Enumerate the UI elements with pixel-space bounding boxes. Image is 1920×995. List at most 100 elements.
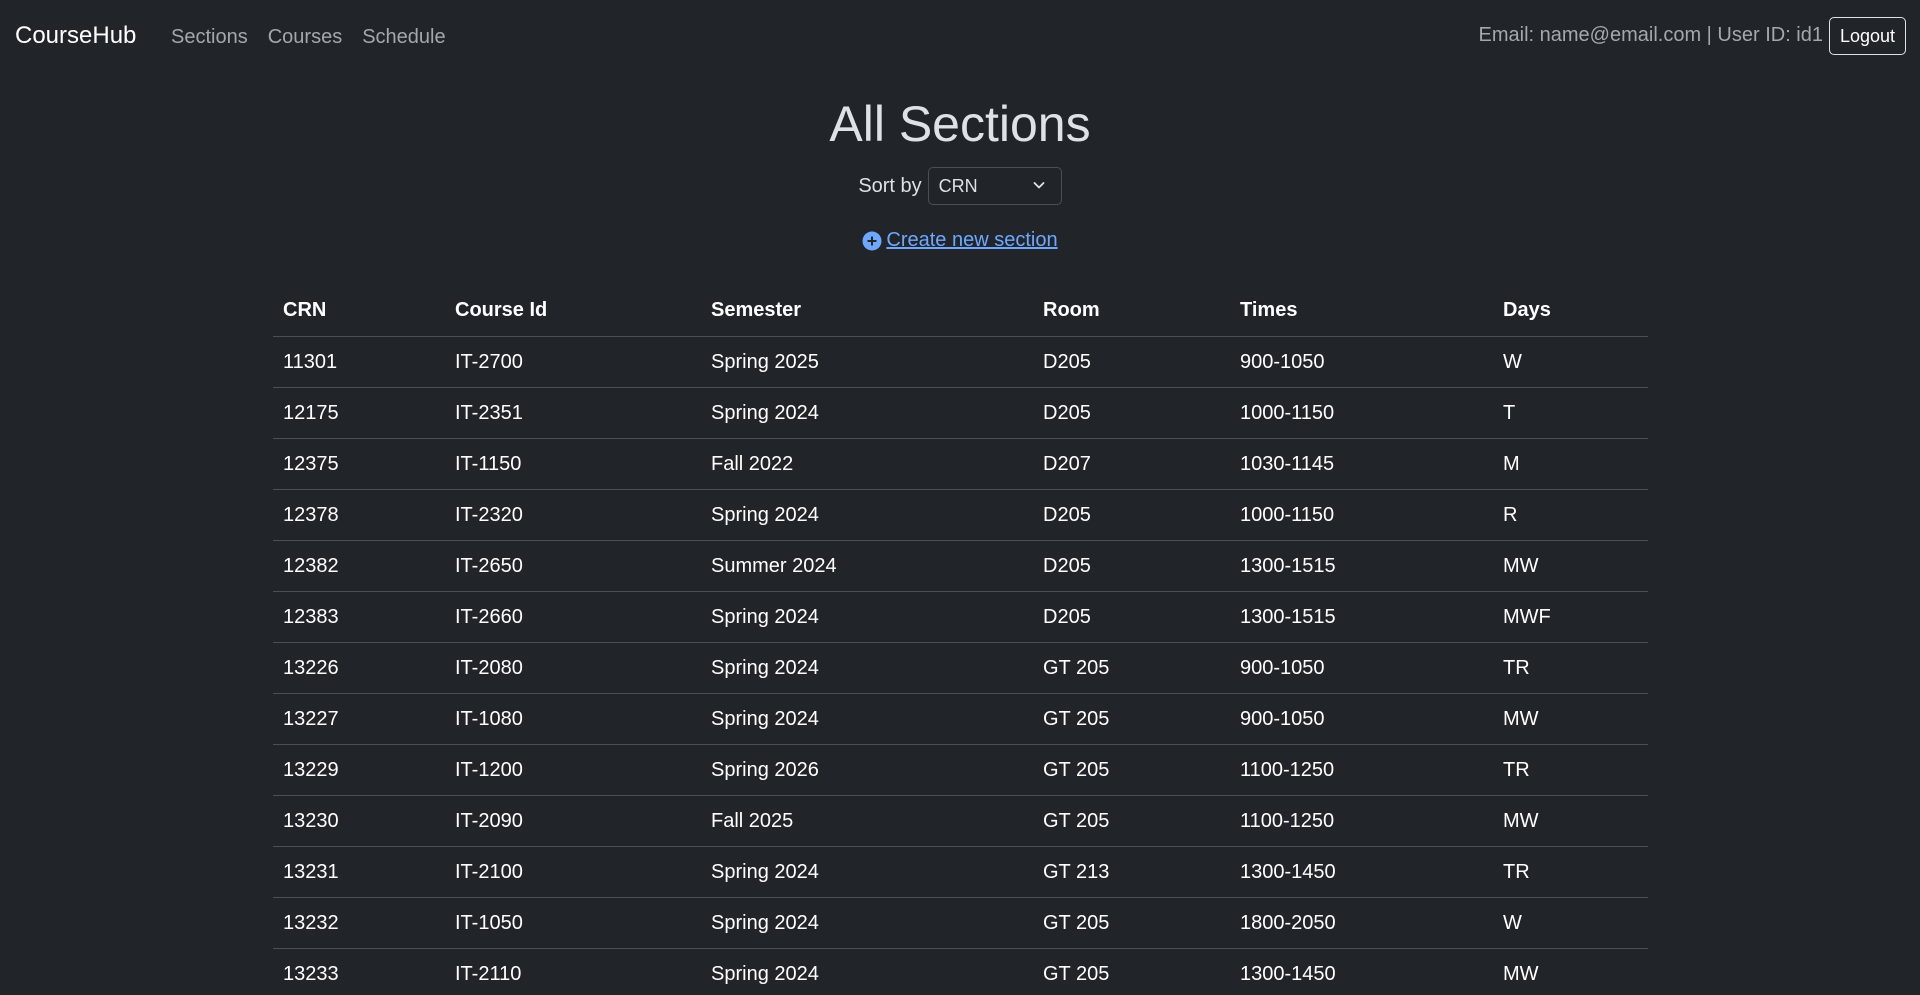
cell-semester: Fall 2025 — [701, 795, 1033, 847]
cell-semester: Spring 2024 — [701, 948, 1033, 995]
table-row[interactable]: 13227 IT-1080 Spring 2024 GT 205 900-1050 MW — [273, 693, 1648, 745]
page: CourseHub Sections Courses Schedule Emai… — [0, 0, 1920, 995]
table-row[interactable]: 12383 IT-2660 Spring 2024 D205 1300-1515 MWF — [273, 591, 1648, 643]
cell-times: 1100-1250 — [1230, 795, 1493, 847]
cell-times: 1800-2050 — [1230, 897, 1493, 949]
nav-link-courses[interactable]: Courses — [268, 26, 342, 49]
cell-crn: 12378 — [273, 489, 445, 541]
sort-select[interactable]: CRN — [927, 167, 1062, 205]
column-header-semester: Semester — [701, 285, 1033, 337]
table-row[interactable]: 13229 IT-1200 Spring 2026 GT 205 1100-1250 TR — [273, 744, 1648, 796]
cell-days: MW — [1493, 693, 1648, 745]
cell-crn: 13226 — [273, 642, 445, 694]
page-title: All Sections — [829, 96, 1091, 152]
cell-course-id: IT-2080 — [445, 642, 701, 694]
sort-select-value: CRN — [938, 176, 978, 196]
cell-crn: 12175 — [273, 387, 445, 439]
table-body: 11301 IT-2700 Spring 2025 D205 900-1050 W 1217… — [273, 336, 1648, 995]
cell-days: MW — [1493, 795, 1648, 847]
cell-crn: 12383 — [273, 591, 445, 643]
table-row[interactable]: 12175 IT-2351 Spring 2024 D205 1000-1150 T — [273, 387, 1648, 439]
nav-link-sections[interactable]: Sections — [171, 26, 248, 49]
table-row[interactable]: 12382 IT-2650 Summer 2024 D205 1300-1515 MW — [273, 540, 1648, 592]
create-section-label: Create new section — [886, 229, 1058, 251]
create-section-link[interactable]: Create new section — [862, 229, 1058, 252]
cell-crn: 13232 — [273, 897, 445, 949]
cell-times: 1300-1450 — [1230, 846, 1493, 898]
column-header-days: Days — [1493, 285, 1648, 337]
cell-course-id: IT-1150 — [445, 438, 701, 490]
cell-course-id: IT-2110 — [445, 948, 701, 995]
cell-times: 1030-1145 — [1230, 438, 1493, 490]
cell-course-id: IT-2650 — [445, 540, 701, 592]
cell-semester: Spring 2024 — [701, 642, 1033, 694]
cell-days: M — [1493, 438, 1648, 490]
cell-semester: Spring 2024 — [701, 591, 1033, 643]
cell-room: GT 205 — [1033, 744, 1230, 796]
navbar: CourseHub Sections Courses Schedule Emai… — [0, 0, 1920, 76]
cell-room: GT 205 — [1033, 642, 1230, 694]
cell-times: 1300-1515 — [1230, 540, 1493, 592]
cell-course-id: IT-2351 — [445, 387, 701, 439]
table-row[interactable]: 13226 IT-2080 Spring 2024 GT 205 900-1050 TR — [273, 642, 1648, 694]
table-header-row: CRN Course Id Semester Room Times Days — [273, 285, 1648, 337]
cell-crn: 13230 — [273, 795, 445, 847]
column-header-course-id: Course Id — [445, 285, 701, 337]
cell-room: GT 205 — [1033, 897, 1230, 949]
cell-times: 1000-1150 — [1230, 387, 1493, 439]
create-row: Create new section — [0, 229, 1920, 252]
cell-course-id: IT-2660 — [445, 591, 701, 643]
cell-days: TR — [1493, 642, 1648, 694]
cell-room: GT 205 — [1033, 948, 1230, 995]
column-header-room: Room — [1033, 285, 1230, 337]
table-row[interactable]: 13231 IT-2100 Spring 2024 GT 213 1300-1450 TR — [273, 846, 1648, 898]
cell-crn: 12382 — [273, 540, 445, 592]
cell-times: 1300-1450 — [1230, 948, 1493, 995]
cell-semester: Spring 2026 — [701, 744, 1033, 796]
cell-semester: Fall 2022 — [701, 438, 1033, 490]
column-header-crn: CRN — [273, 285, 445, 337]
cell-semester: Spring 2025 — [701, 336, 1033, 388]
cell-course-id: IT-1080 — [445, 693, 701, 745]
table-row[interactable]: 12375 IT-1150 Fall 2022 D207 1030-1145 M — [273, 438, 1648, 490]
cell-course-id: IT-2320 — [445, 489, 701, 541]
cell-semester: Spring 2024 — [701, 897, 1033, 949]
cell-times: 1000-1150 — [1230, 489, 1493, 541]
cell-crn: 13229 — [273, 744, 445, 796]
cell-course-id: IT-1200 — [445, 744, 701, 796]
cell-times: 900-1050 — [1230, 693, 1493, 745]
cell-times: 1100-1250 — [1230, 744, 1493, 796]
cell-days: W — [1493, 336, 1648, 388]
cell-times: 1300-1515 — [1230, 591, 1493, 643]
table-row[interactable]: 13230 IT-2090 Fall 2025 GT 205 1100-1250 MW — [273, 795, 1648, 847]
cell-crn: 13231 — [273, 846, 445, 898]
cell-times: 900-1050 — [1230, 642, 1493, 694]
cell-days: MWF — [1493, 591, 1648, 643]
table-row[interactable]: 11301 IT-2700 Spring 2025 D205 900-1050 W — [273, 336, 1648, 388]
table-row[interactable]: 12378 IT-2320 Spring 2024 D205 1000-1150 R — [273, 489, 1648, 541]
sections-table-container: CRN Course Id Semester Room Times Days 1… — [273, 285, 1648, 995]
cell-semester: Spring 2024 — [701, 489, 1033, 541]
user-info: Email: name@email.com | User ID: id1 — [1478, 24, 1823, 46]
cell-times: 900-1050 — [1230, 336, 1493, 388]
table-row[interactable]: 13232 IT-1050 Spring 2024 GT 205 1800-2050 W — [273, 897, 1648, 949]
cell-days: T — [1493, 387, 1648, 439]
brand-logo[interactable]: CourseHub — [15, 22, 136, 50]
cell-crn: 12375 — [273, 438, 445, 490]
cell-room: D205 — [1033, 591, 1230, 643]
sort-label: Sort by — [858, 174, 922, 197]
cell-room: D205 — [1033, 387, 1230, 439]
logout-button[interactable]: Logout — [1829, 17, 1907, 55]
sort-control: Sort by CRN — [0, 167, 1920, 205]
table-row[interactable]: 13233 IT-2110 Spring 2024 GT 205 1300-1450 MW — [273, 948, 1648, 995]
cell-room: D207 — [1033, 438, 1230, 490]
nav-links: Sections Courses Schedule — [171, 26, 446, 49]
nav-link-schedule[interactable]: Schedule — [362, 26, 445, 49]
plus-circle-icon — [862, 231, 882, 250]
cell-semester: Summer 2024 — [701, 540, 1033, 592]
cell-room: D205 — [1033, 540, 1230, 592]
cell-room: GT 205 — [1033, 693, 1230, 745]
chevron-down-icon — [1033, 182, 1045, 189]
cell-room: D205 — [1033, 489, 1230, 541]
cell-crn: 13227 — [273, 693, 445, 745]
